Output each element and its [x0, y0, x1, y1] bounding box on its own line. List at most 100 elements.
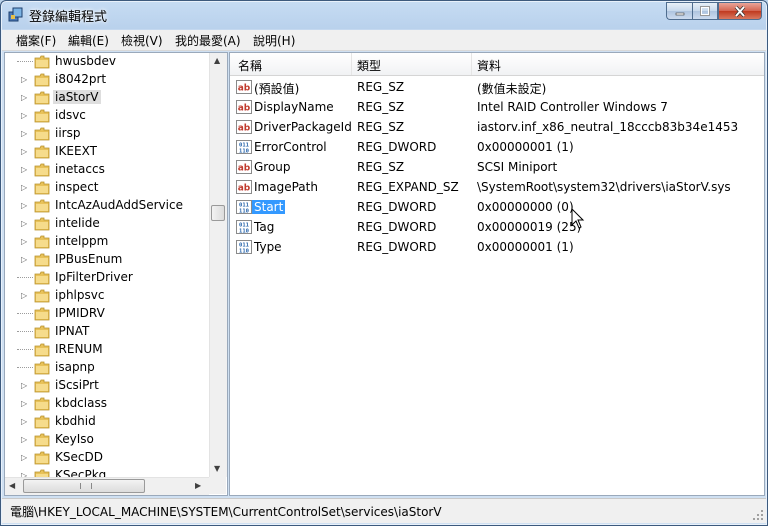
column-type-header[interactable]: 類型	[357, 57, 381, 74]
expand-arrow-icon[interactable]: ▷	[21, 219, 27, 228]
value-row[interactable]: ab DisplayName REG_SZ Intel RAID Controller…	[230, 97, 764, 117]
tree-item[interactable]: ▷ IKEEXT	[5, 143, 209, 161]
expand-arrow-icon[interactable]: ▷	[21, 255, 27, 264]
expand-arrow-icon[interactable]: ▷	[21, 111, 27, 120]
svg-text:110: 110	[239, 209, 249, 215]
folder-icon	[34, 361, 50, 375]
values-pane: 名稱 類型 資料 ab (預設值) REG_SZ (數值未設定) ab DisplayNa…	[229, 52, 765, 496]
value-row[interactable]: ab Group REG_SZ SCSI Miniport	[230, 157, 764, 177]
expand-arrow-icon[interactable]: ▷	[21, 453, 27, 462]
value-name: ErrorControl	[254, 140, 327, 154]
expand-arrow-icon[interactable]: ▷	[21, 435, 27, 444]
status-bar: 電腦\HKEY_LOCAL_MACHINE\SYSTEM\CurrentCont…	[2, 498, 766, 523]
expand-arrow-icon[interactable]: ▷	[21, 381, 27, 390]
tree-item[interactable]: ▷ iirsp	[5, 125, 209, 143]
tree-item[interactable]: ▷ intelide	[5, 215, 209, 233]
tree-item-label: hwusbdev	[55, 54, 116, 68]
value-type: REG_SZ	[357, 80, 405, 94]
maximize-button[interactable]	[692, 2, 718, 20]
tree-item-label: inspect	[55, 180, 99, 194]
tree-item[interactable]: ▷ iaStorV	[5, 89, 209, 107]
resize-grip-icon[interactable]	[752, 509, 764, 521]
tree-item[interactable]: ▷ iScsiPrt	[5, 377, 209, 395]
value-name: DisplayName	[254, 100, 334, 114]
expand-arrow-icon[interactable]: ▷	[21, 75, 27, 84]
value-row[interactable]: 011 110 Start REG_DWORD 0x00000000 (0)	[230, 197, 764, 217]
tree-item[interactable]: ▷ intelppm	[5, 233, 209, 251]
value-row[interactable]: 011 110 Tag REG_DWORD 0x00000019 (25)	[230, 217, 764, 237]
value-type: REG_SZ	[357, 160, 405, 174]
svg-text:110: 110	[239, 249, 249, 255]
tree-item[interactable]: ▷ inspect	[5, 179, 209, 197]
tree-item[interactable]: ▷ i8042prt	[5, 71, 209, 89]
scrollbar-corner	[209, 477, 226, 494]
minimize-button[interactable]	[666, 2, 692, 20]
tree-item[interactable]: ▷ KeyIso	[5, 431, 209, 449]
tree-item[interactable]: ▷ idsvc	[5, 107, 209, 125]
title-bar[interactable]: 登錄編輯程式	[1, 1, 767, 29]
tree-hscroll-thumb[interactable]	[23, 479, 145, 493]
scroll-up-icon[interactable]: ▲	[214, 56, 220, 65]
column-data-header[interactable]: 資料	[477, 57, 501, 74]
tree-item-label: IPNAT	[55, 324, 90, 338]
tree-item[interactable]: IpFilterDriver	[5, 269, 209, 287]
tree-connector	[17, 349, 33, 350]
value-row[interactable]: ab (預設值) REG_SZ (數值未設定)	[230, 77, 764, 97]
tree-item-label: intelppm	[55, 234, 109, 248]
tree-item[interactable]: isapnp	[5, 359, 209, 377]
scroll-down-icon[interactable]: ▼	[214, 464, 220, 473]
menu-help[interactable]: 說明(H)	[253, 32, 295, 49]
expand-arrow-icon[interactable]: ▷	[21, 183, 27, 192]
value-row[interactable]: ab DriverPackageId REG_SZ iastorv.inf_x86_n…	[230, 117, 764, 137]
value-row[interactable]: ab ImagePath REG_EXPAND_SZ \SystemRoot\syst…	[230, 177, 764, 197]
tree-item[interactable]: ▷ KSecDD	[5, 449, 209, 467]
column-name-header[interactable]: 名稱	[238, 57, 262, 74]
tree-item[interactable]: ▷ kbdhid	[5, 413, 209, 431]
menu-file[interactable]: 檔案(F)	[16, 32, 56, 49]
expand-arrow-icon[interactable]: ▷	[21, 237, 27, 246]
close-button[interactable]	[718, 2, 762, 20]
expand-arrow-icon[interactable]: ▷	[21, 129, 27, 138]
expand-arrow-icon[interactable]: ▷	[21, 147, 27, 156]
tree-item[interactable]: ▷ iphlpsvc	[5, 287, 209, 305]
tree-item[interactable]: ▷ inetaccs	[5, 161, 209, 179]
value-row[interactable]: 011 110 Type REG_DWORD 0x00000001 (1)	[230, 237, 764, 257]
scroll-right-icon[interactable]: ▶	[195, 481, 201, 490]
tree-item[interactable]: IRENUM	[5, 341, 209, 359]
scroll-left-icon[interactable]: ◀	[9, 481, 15, 490]
tree-item[interactable]: ▷ KSecPkg	[5, 467, 209, 477]
folder-icon	[34, 235, 50, 249]
tree-item-label: iaStorV	[53, 90, 101, 104]
value-data: Intel RAID Controller Windows 7	[477, 100, 668, 114]
expand-arrow-icon[interactable]: ▷	[21, 201, 27, 210]
string-value-icon: ab	[236, 120, 252, 134]
folder-icon	[34, 325, 50, 339]
folder-icon	[34, 307, 50, 321]
window-title: 登錄編輯程式	[29, 10, 108, 25]
expand-arrow-icon[interactable]: ▷	[21, 93, 27, 102]
tree-item[interactable]: IPMIDRV	[5, 305, 209, 323]
binary-value-icon: 011110	[236, 140, 252, 154]
tree-item[interactable]: ▷ IPBusEnum	[5, 251, 209, 269]
value-type: REG_DWORD	[357, 240, 437, 254]
tree-connector	[17, 367, 33, 368]
value-data: 0x00000019 (25)	[477, 220, 582, 234]
menu-view[interactable]: 檢視(V)	[121, 32, 163, 49]
tree-vertical-scrollbar[interactable]: ▲ ▼	[209, 53, 227, 477]
tree-item[interactable]: IPNAT	[5, 323, 209, 341]
menu-favorites[interactable]: 我的最愛(A)	[175, 32, 241, 49]
expand-arrow-icon[interactable]: ▷	[21, 291, 27, 300]
value-row[interactable]: 011 110 ErrorControl REG_DWORD 0x00000001 (1…	[230, 137, 764, 157]
svg-text:ab: ab	[238, 84, 251, 94]
tree-scroll-thumb[interactable]	[211, 205, 225, 221]
expand-arrow-icon[interactable]: ▷	[21, 399, 27, 408]
value-name: Tag	[254, 220, 275, 234]
tree-item[interactable]: ▷ kbdclass	[5, 395, 209, 413]
tree-item[interactable]: ▷ IntcAzAudAddService	[5, 197, 209, 215]
tree-item[interactable]: hwusbdev	[5, 53, 209, 71]
tree-item-label: IRENUM	[55, 342, 103, 356]
tree-horizontal-scrollbar[interactable]: ◀ ▶	[5, 477, 209, 495]
expand-arrow-icon[interactable]: ▷	[21, 417, 27, 426]
expand-arrow-icon[interactable]: ▷	[21, 165, 27, 174]
menu-edit[interactable]: 編輯(E)	[68, 32, 109, 49]
